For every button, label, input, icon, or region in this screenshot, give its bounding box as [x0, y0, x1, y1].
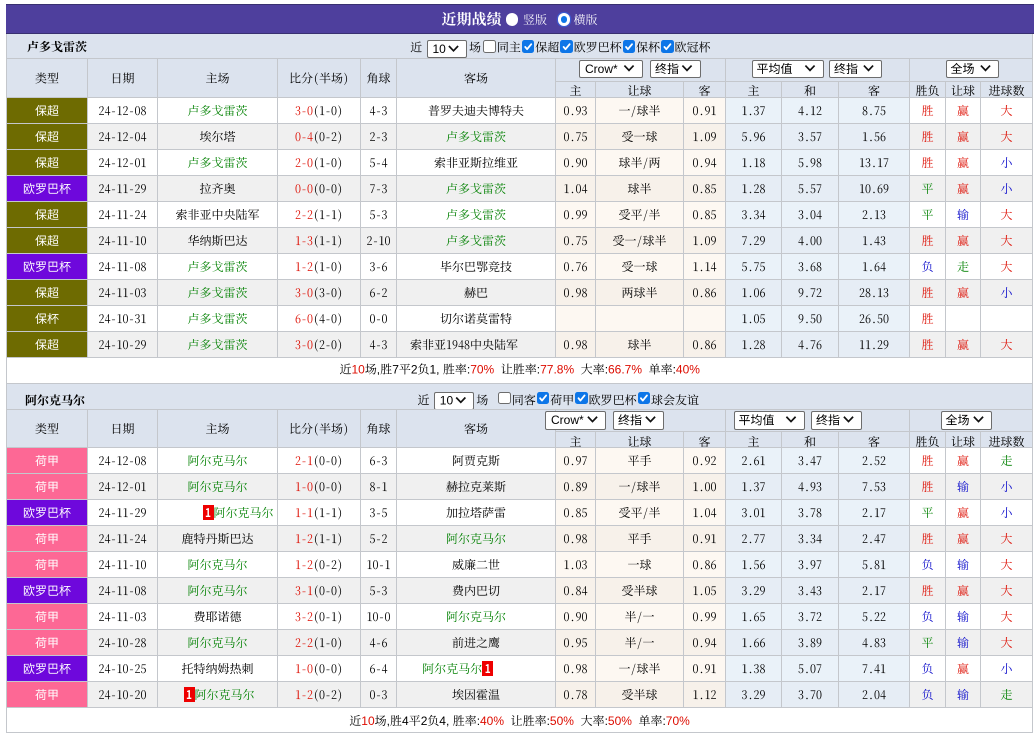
- svg-text:7: 7: [392, 362, 399, 376]
- svg-text:10: 10: [433, 42, 447, 56]
- svg-text:,: ,: [377, 362, 380, 376]
- svg-text:10: 10: [361, 714, 375, 728]
- svg-text:50%: 50%: [550, 714, 574, 728]
- svg-text:66.7%: 66.7%: [608, 362, 642, 376]
- svg-text:10: 10: [352, 362, 366, 376]
- svg-text:2: 2: [411, 362, 418, 376]
- svg-text:Crow*: Crow*: [551, 413, 584, 427]
- svg-text:40%: 40%: [676, 362, 700, 376]
- svg-text:Crow*: Crow*: [585, 62, 618, 76]
- svg-text:2: 2: [421, 714, 428, 728]
- svg-text:10: 10: [440, 393, 454, 407]
- svg-text:1,: 1,: [430, 362, 440, 376]
- svg-text:70%: 70%: [470, 362, 494, 376]
- svg-text:4: 4: [402, 714, 409, 728]
- svg-text:70%: 70%: [666, 714, 690, 728]
- svg-text:50%: 50%: [608, 714, 632, 728]
- svg-text:,: ,: [387, 714, 390, 728]
- svg-text:77.8%: 77.8%: [540, 362, 574, 376]
- svg-text:40%: 40%: [480, 714, 504, 728]
- svg-text:4,: 4,: [439, 714, 449, 728]
